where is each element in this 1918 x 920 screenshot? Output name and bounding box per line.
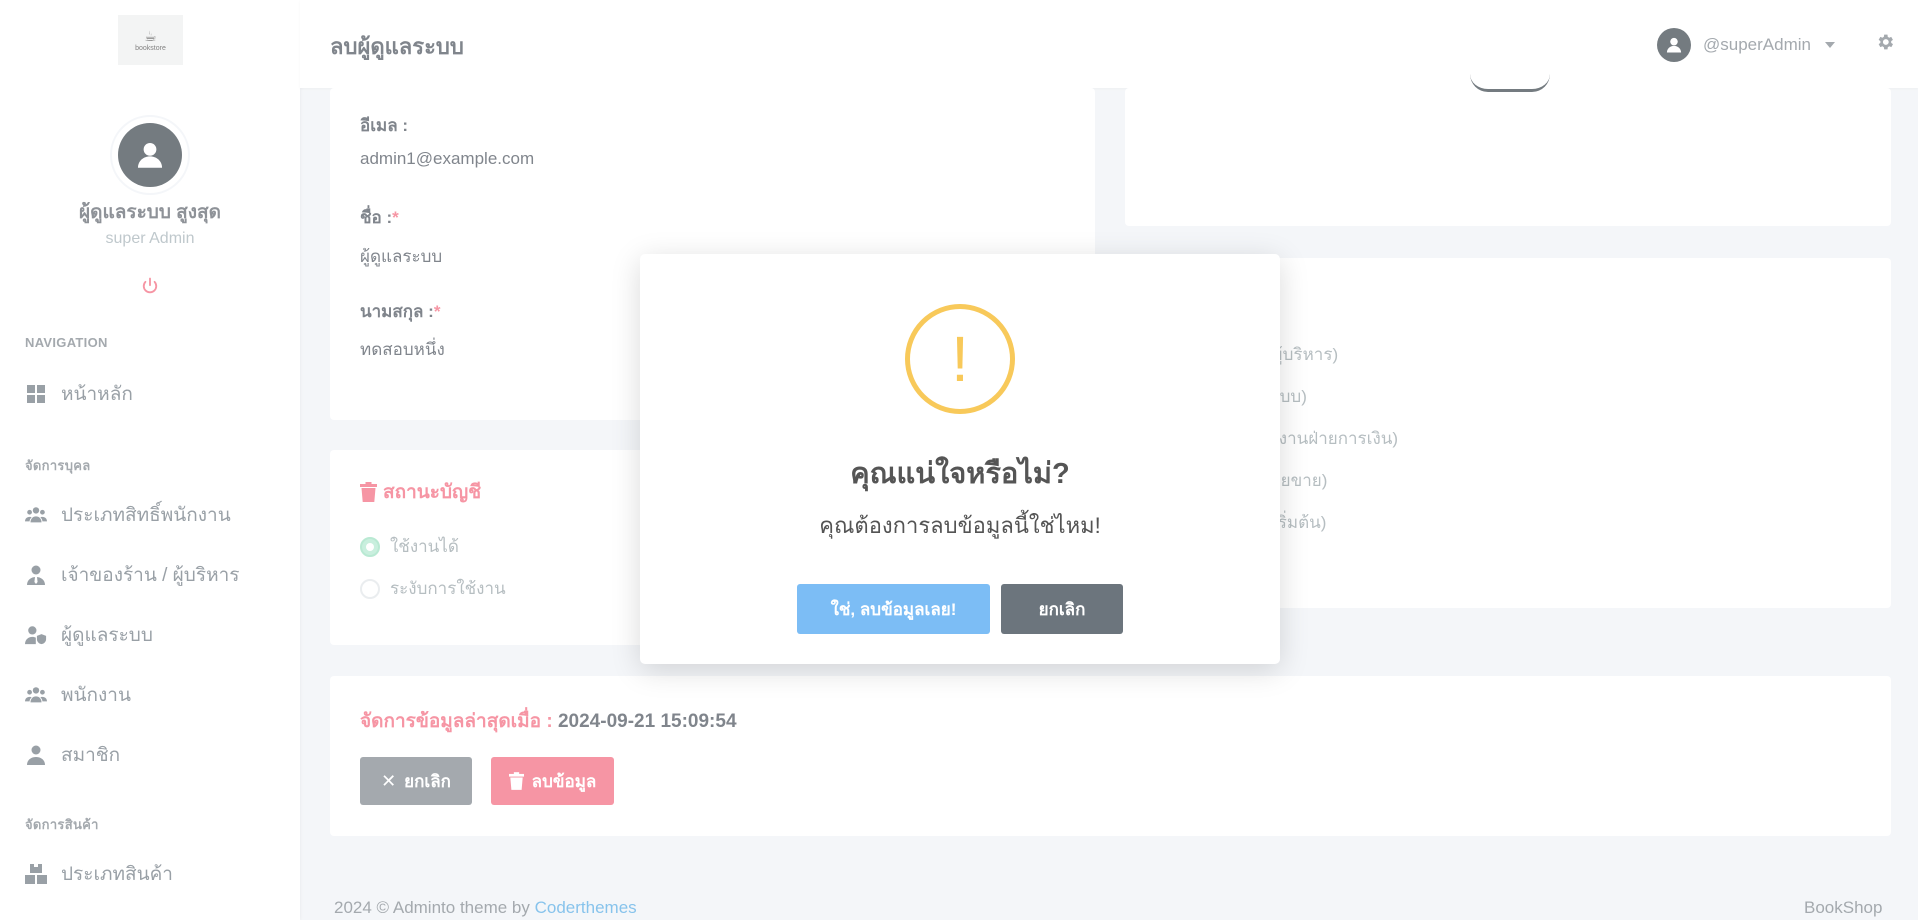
warning-icon-glyph: ! xyxy=(951,323,969,395)
confirm-dialog: ! คุณแน่ใจหรือไม่? คุณต้องการลบข้อมูลนี้… xyxy=(640,254,1280,664)
dialog-title: คุณแน่ใจหรือไม่? xyxy=(850,458,1070,490)
warning-icon: ! xyxy=(905,304,1015,414)
confirm-delete-button[interactable]: ใช่, ลบข้อมูลเลย! xyxy=(797,584,990,634)
dialog-text: คุณต้องการลบข้อมูลนี้ใช่ไหม! xyxy=(819,513,1101,538)
dialog-cancel-button[interactable]: ยกเลิก xyxy=(1001,584,1123,634)
